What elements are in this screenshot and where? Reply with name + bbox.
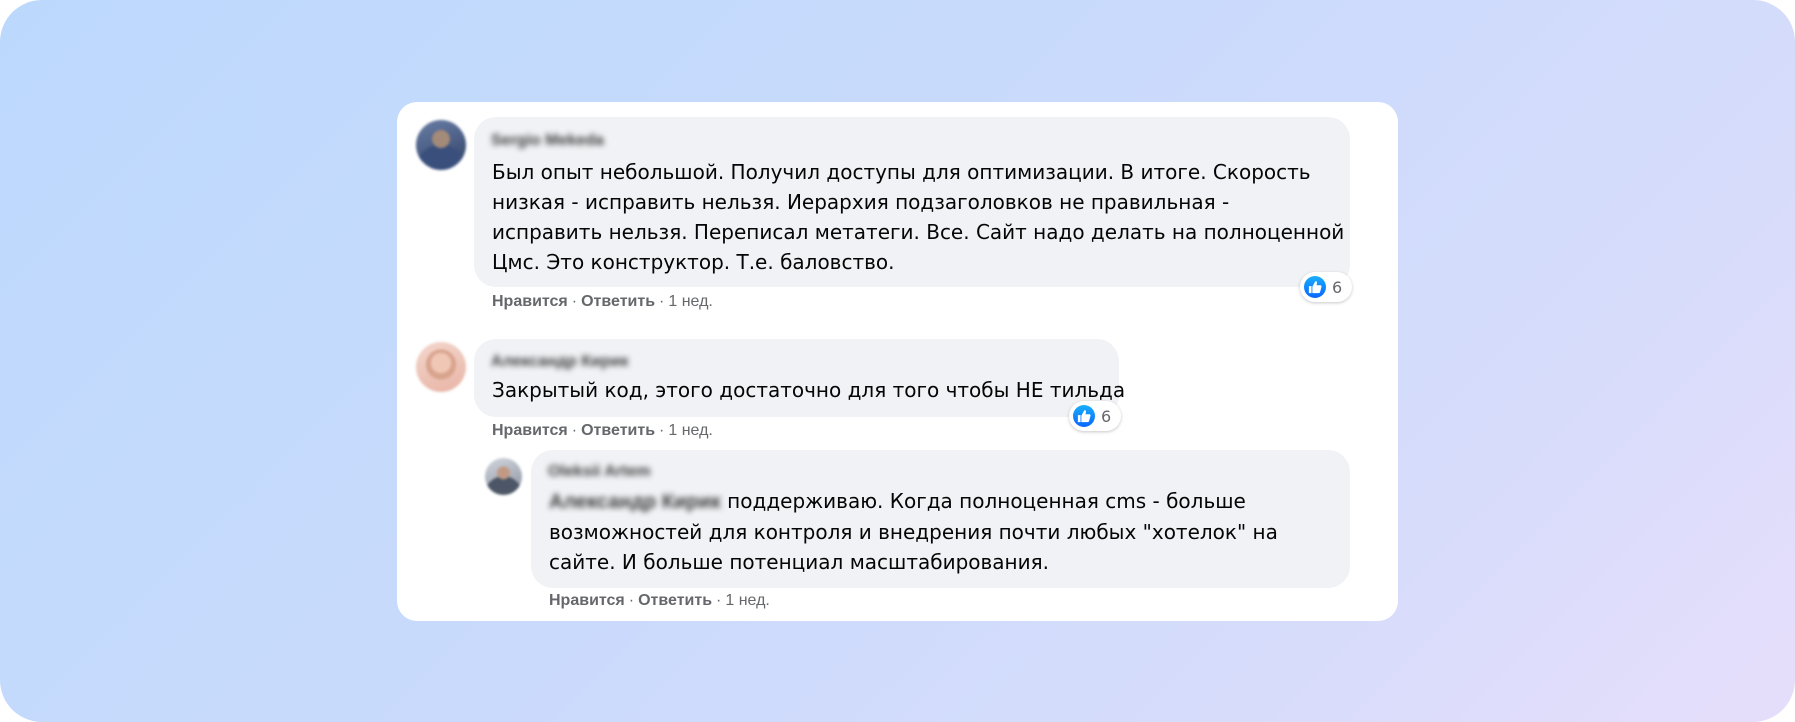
comment-author[interactable]: Александр Кирик: [491, 353, 628, 371]
mention-link[interactable]: Александр Кирик: [549, 487, 721, 517]
timestamp[interactable]: 1 нед.: [725, 592, 770, 610]
separator: ·: [659, 293, 665, 310]
like-button[interactable]: Нравится: [492, 293, 568, 311]
separator: ·: [571, 422, 578, 439]
avatar[interactable]: [416, 120, 466, 170]
reaction-count: 6: [1332, 277, 1343, 297]
like-button[interactable]: Нравится: [492, 422, 568, 440]
timestamp[interactable]: 1 нед.: [668, 422, 713, 440]
reaction-badge[interactable]: 6: [1300, 272, 1353, 302]
comment-text-line: исправить нельзя. Переписал метатеги. Вс…: [492, 220, 1345, 244]
comment-text-line: низкая - исправить нельзя. Иерархия подз…: [492, 190, 1230, 214]
comment-text: Закрытый код, этого достаточно для того …: [492, 375, 1125, 405]
separator: ·: [571, 293, 578, 310]
comment-author[interactable]: Sergio Mekeda: [491, 132, 604, 150]
comment-bubble: Александр Кирик Закрытый код, этого дост…: [474, 339, 1125, 417]
like-button[interactable]: Нравится: [549, 592, 625, 610]
avatar[interactable]: [416, 342, 466, 392]
reaction-count: 6: [1101, 406, 1112, 426]
separator: ·: [659, 422, 665, 439]
timestamp[interactable]: 1 нед.: [668, 293, 713, 311]
reply-bubble: Oleksii Artem Александр Кирик поддержива…: [531, 450, 1350, 588]
reply-text-line: возможностей для контроля и внедрения по…: [549, 520, 1278, 544]
reply-text-line: сайте. И больше потенциал масштабировани…: [549, 550, 1050, 574]
comment-text-line: Цмс. Это конструктор. Т.е. баловство.: [492, 250, 895, 274]
reply-button[interactable]: Ответить: [638, 592, 712, 610]
comment-actions: Нравится · Ответить · 1 нед.: [492, 293, 713, 311]
reaction-badge[interactable]: 6: [1069, 401, 1122, 431]
comment-text-line: Был опыт небольшой. Получил доступы для …: [492, 160, 1311, 184]
comment-text: Был опыт небольшой. Получил доступы для …: [492, 157, 1344, 277]
reply-text: Александр Кирик поддерживаю. Когда полно…: [549, 486, 1278, 577]
reply-text-line: Александр Кирик поддерживаю. Когда полно…: [549, 486, 1278, 517]
reply-actions: Нравится · Ответить · 1 нед.: [549, 592, 770, 610]
reply-text-fragment: поддерживаю. Когда полноценная cms - бол…: [720, 489, 1246, 513]
like-icon: [1304, 276, 1326, 298]
like-icon: [1073, 405, 1095, 427]
separator: ·: [628, 592, 635, 609]
reply-button[interactable]: Ответить: [581, 293, 655, 311]
avatar[interactable]: [485, 458, 522, 495]
separator: ·: [716, 592, 722, 609]
reply-button[interactable]: Ответить: [581, 422, 655, 440]
page-background: Sergio Mekeda Был опыт небольшой. Получи…: [0, 0, 1795, 722]
comment-actions: Нравится · Ответить · 1 нед.: [492, 422, 713, 440]
comment-text-line: Закрытый код, этого достаточно для того …: [492, 378, 1126, 402]
comments-card: Sergio Mekeda Был опыт небольшой. Получи…: [397, 102, 1398, 621]
comment-bubble: Sergio Mekeda Был опыт небольшой. Получи…: [474, 117, 1350, 287]
reply-author[interactable]: Oleksii Artem: [548, 463, 651, 481]
